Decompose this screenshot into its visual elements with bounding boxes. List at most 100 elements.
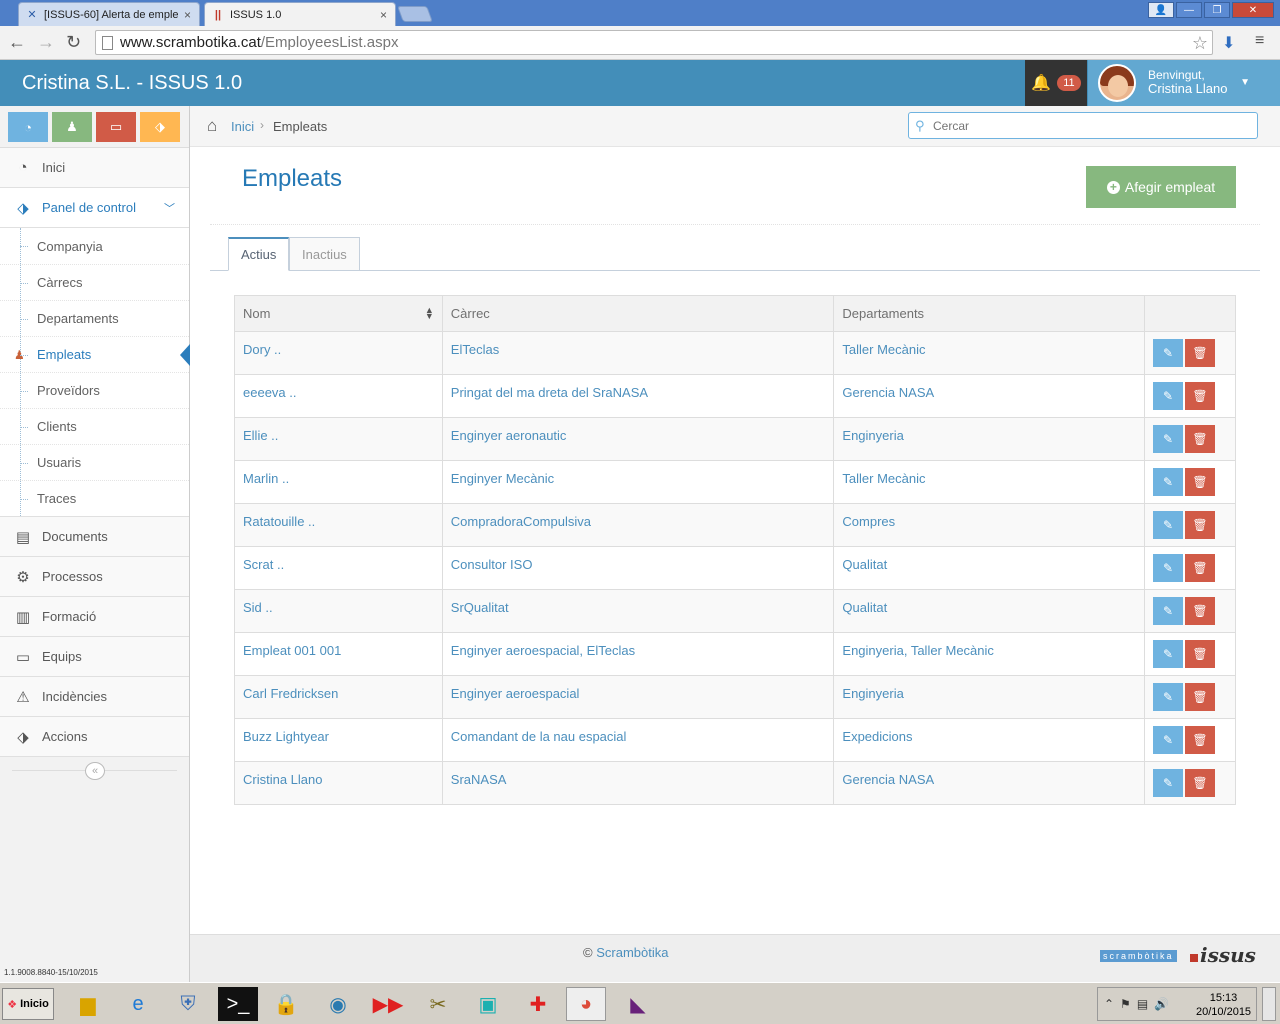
carrec-link[interactable]: CompradoraCompulsiva (451, 514, 591, 529)
tab-inactius[interactable]: Inactius (289, 237, 360, 271)
edit-icon[interactable]: ✎ (1153, 511, 1184, 539)
trash-icon[interactable]: 🗑 (1185, 683, 1216, 711)
carrec-link[interactable]: Enginyer aeronautic (451, 428, 567, 443)
nom-link[interactable]: Ratatouille .. (243, 514, 315, 529)
app-title[interactable]: Cristina S.L. - ISSUS 1.0 (22, 72, 242, 95)
departaments-link[interactable]: Qualitat (842, 600, 887, 615)
console-icon[interactable]: >_ (218, 987, 258, 1021)
shortcut-tags-button[interactable]: ⬗ (140, 112, 180, 142)
close-tab-icon[interactable]: × (380, 8, 387, 22)
folder-icon[interactable]: ▆ (68, 987, 108, 1021)
bookmark-star-icon[interactable]: ☆ (1192, 33, 1208, 54)
url-input[interactable]: www.scrambotika.cat/EmployeesList.aspx ☆ (95, 30, 1213, 55)
clock[interactable]: 15:13 20/10/2015 (1196, 991, 1251, 1019)
media-player-icon[interactable]: ▶▶ (368, 987, 408, 1021)
trash-icon[interactable]: 🗑 (1185, 640, 1216, 668)
internet-explorer-icon[interactable]: e (118, 987, 158, 1021)
visual-studio-icon[interactable]: ◣ (618, 987, 658, 1021)
sidebar-item-panel-de-control[interactable]: ⬗ Panel de control ﹀ (0, 188, 189, 228)
submenu-item-clients[interactable]: Clients (0, 408, 189, 444)
shortcut-employees-button[interactable]: ♟ (52, 112, 92, 142)
nom-link[interactable]: Ellie .. (243, 428, 278, 443)
trash-icon[interactable]: 🗑 (1185, 769, 1216, 797)
browser-menu-icon[interactable]: ≡ (1255, 32, 1264, 50)
trash-icon[interactable]: 🗑 (1185, 468, 1216, 496)
edit-icon[interactable]: ✎ (1153, 468, 1184, 496)
start-button[interactable]: ❖ Inicio (2, 988, 54, 1020)
notifications-button[interactable]: 🔔 11 (1025, 60, 1087, 106)
departaments-link[interactable]: Enginyeria (842, 428, 903, 443)
submenu-item-carrecs[interactable]: Càrrecs (0, 264, 189, 300)
antivirus-icon[interactable]: ◉ (318, 987, 358, 1021)
trash-icon[interactable]: 🗑 (1185, 726, 1216, 754)
edit-icon[interactable]: ✎ (1153, 597, 1184, 625)
carrec-link[interactable]: SraNASA (451, 772, 507, 787)
submenu-item-traces[interactable]: Traces (0, 480, 189, 516)
nom-link[interactable]: Scrat .. (243, 557, 284, 572)
company-link[interactable]: Scrambòtika (596, 945, 668, 960)
user-menu[interactable]: Benvingut, Cristina Llano ▼ (1088, 60, 1280, 106)
sidebar-item-equips[interactable]: ▭ Equips (0, 637, 189, 677)
carrec-link[interactable]: Enginyer aeroespacial, ElTeclas (451, 643, 635, 658)
extension-icon[interactable]: ⬇ (1222, 33, 1235, 53)
sidebar-item-incidencies[interactable]: ⚠ Incidències (0, 677, 189, 717)
carrec-link[interactable]: Comandant de la nau espacial (451, 729, 627, 744)
column-header-nom[interactable]: Nom ▲ ▼ (234, 295, 443, 332)
search-input[interactable] (933, 118, 1233, 133)
close-tab-icon[interactable]: × (184, 8, 191, 22)
nom-link[interactable]: Carl Fredricksen (243, 686, 338, 701)
edit-icon[interactable]: ✎ (1153, 554, 1184, 582)
nom-link[interactable]: Cristina Llano (243, 772, 323, 787)
trash-icon[interactable]: 🗑 (1185, 554, 1216, 582)
minimize-icon[interactable]: — (1176, 2, 1202, 18)
trash-icon[interactable]: 🗑 (1185, 382, 1216, 410)
nom-link[interactable]: Empleat 001 001 (243, 643, 341, 658)
network-icon[interactable]: ⛨ (168, 987, 208, 1021)
carrec-link[interactable]: SrQualitat (451, 600, 509, 615)
browser-tab-issus[interactable]: || ISSUS 1.0 × (204, 2, 396, 26)
show-desktop-button[interactable] (1262, 987, 1276, 1021)
remote-desktop-icon[interactable]: ▣ (468, 987, 508, 1021)
back-icon[interactable]: ← (8, 32, 26, 53)
carrec-link[interactable]: Consultor ISO (451, 557, 533, 572)
filezilla-icon[interactable]: ✚ (518, 987, 558, 1021)
carrec-link[interactable]: Enginyer Mecànic (451, 471, 554, 486)
breadcrumb-home-link[interactable]: Inici (231, 119, 254, 134)
tray-icons[interactable]: ⌃⚑▤🔊 (1104, 997, 1175, 1011)
edit-icon[interactable]: ✎ (1153, 683, 1184, 711)
trash-icon[interactable]: 🗑 (1185, 425, 1216, 453)
edit-icon[interactable]: ✎ (1153, 339, 1184, 367)
departaments-link[interactable]: Enginyeria (842, 686, 903, 701)
edit-icon[interactable]: ✎ (1153, 425, 1184, 453)
departaments-link[interactable]: Gerencia NASA (842, 772, 934, 787)
departaments-link[interactable]: Enginyeria, Taller Mecànic (842, 643, 994, 658)
edit-icon[interactable]: ✎ (1153, 726, 1184, 754)
trash-icon[interactable]: 🗑 (1185, 339, 1216, 367)
sidebar-item-documents[interactable]: ▤ Documents (0, 517, 189, 557)
submenu-item-proveidors[interactable]: Proveïdors (0, 372, 189, 408)
carrec-link[interactable]: Pringat del ma dreta del SraNASA (451, 385, 648, 400)
sidebar-item-processos[interactable]: ⚙ Processos (0, 557, 189, 597)
forward-icon[interactable]: → (37, 32, 55, 53)
departaments-link[interactable]: Qualitat (842, 557, 887, 572)
add-employee-button[interactable]: + Afegir empleat (1086, 166, 1236, 208)
edit-icon[interactable]: ✎ (1153, 382, 1184, 410)
new-tab-button[interactable] (397, 6, 433, 22)
shortcut-equipment-button[interactable]: ▭ (96, 112, 136, 142)
profile-icon[interactable]: 👤 (1148, 2, 1174, 18)
submenu-item-departaments[interactable]: Departaments (0, 300, 189, 336)
departaments-link[interactable]: Compres (842, 514, 895, 529)
collapse-sidebar-button[interactable]: « (85, 762, 105, 780)
close-window-icon[interactable]: ✕ (1232, 2, 1274, 18)
carrec-link[interactable]: ElTeclas (451, 342, 499, 357)
nom-link[interactable]: Marlin .. (243, 471, 289, 486)
tab-actius[interactable]: Actius (228, 237, 290, 271)
departaments-link[interactable]: Taller Mecànic (842, 471, 925, 486)
nom-link[interactable]: Dory .. (243, 342, 281, 357)
sidebar-item-inici[interactable]: ◔ Inici (0, 148, 189, 188)
edit-icon[interactable]: ✎ (1153, 769, 1184, 797)
chrome-icon[interactable]: ◕ (566, 987, 606, 1021)
departaments-link[interactable]: Expedicions (842, 729, 912, 744)
submenu-item-usuaris[interactable]: Usuaris (0, 444, 189, 480)
reload-icon[interactable]: ↻ (66, 32, 81, 53)
